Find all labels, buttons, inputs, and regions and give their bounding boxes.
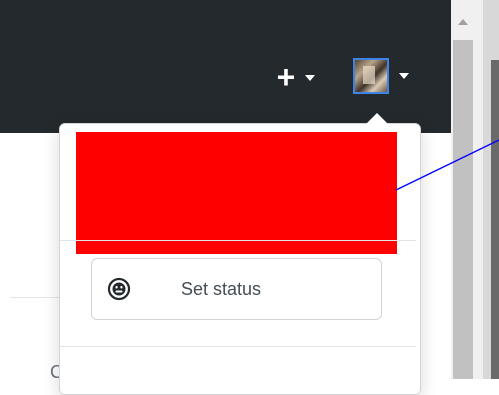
annotation-line — [395, 139, 499, 191]
